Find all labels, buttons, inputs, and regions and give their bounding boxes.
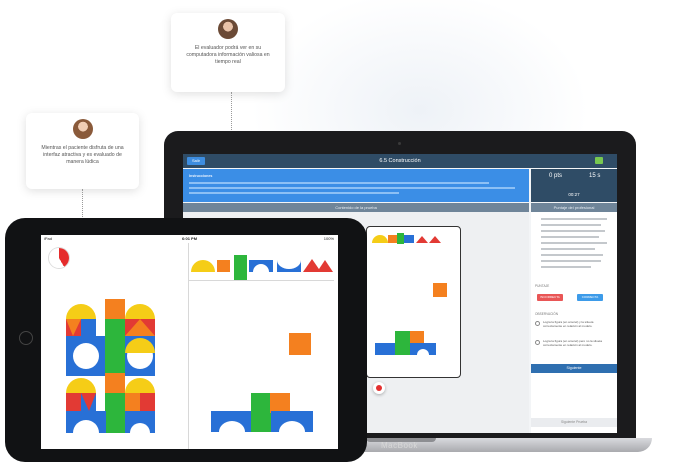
score-band: Puntaje del profesional <box>531 203 617 212</box>
criteria-line <box>541 248 595 250</box>
criteria-line <box>541 260 601 262</box>
criteria-line <box>541 224 601 226</box>
instructions-panel: Instrucciones <box>183 169 529 202</box>
timer-clock: 00:27 <box>568 192 580 197</box>
criteria-line <box>541 230 605 232</box>
observation-radio-2[interactable] <box>535 340 540 345</box>
record-button[interactable] <box>373 382 385 394</box>
criteria-line <box>541 236 599 238</box>
next-test-button[interactable]: Siguiente Prueba <box>531 418 617 427</box>
observation-option-2: Logra la figura (en amorel) pero no la s… <box>543 339 603 347</box>
timer-points: 0 pts <box>549 173 563 179</box>
observation-section-title: OBSERVACIÓN <box>535 312 559 316</box>
marketing-composition: El evaluador podrá ver en su computadora… <box>0 0 683 466</box>
scoring-sidebar: PUNTAJE INCORRECTA CORRECTA OBSERVACIÓN … <box>531 212 617 433</box>
test-title: 6.5 Construcción <box>379 158 421 164</box>
laptop-brand: MacBook <box>381 441 418 450</box>
instructions-line <box>189 182 489 184</box>
timer-panel: 0 pts 15 s 00:27 <box>531 169 617 202</box>
evaluator-avatar <box>218 19 238 39</box>
criteria-line <box>541 242 607 244</box>
evaluator-callout-text: El evaluador podrá ver en su computadora… <box>186 45 270 65</box>
tablet-screen: iPad 6:01 PM 100% <box>41 235 338 449</box>
model-figure <box>66 299 155 446</box>
patient-view-card <box>366 226 461 378</box>
observation-option-1: Logra la figura (en amorel) y la silueta… <box>543 320 594 328</box>
patient-avatar <box>72 119 93 139</box>
instructions-line <box>189 192 399 194</box>
instructions-title: Instrucciones <box>189 174 213 178</box>
patient-callout: Mientras el paciente disfruta de una int… <box>26 113 139 189</box>
evaluator-callout: El evaluador podrá ver en su computadora… <box>171 13 285 92</box>
palette-blocks <box>191 255 333 280</box>
build-area-blocks <box>211 333 313 432</box>
incorrect-button[interactable]: INCORRECTA <box>537 294 563 301</box>
timer-seconds: 15 s <box>589 173 601 179</box>
observation-radio-1[interactable] <box>535 321 540 326</box>
correct-button[interactable]: CORRECTA <box>577 294 603 301</box>
criteria-line <box>541 254 603 256</box>
content-band: Contenido de la prueba <box>183 203 529 212</box>
instructions-line <box>189 187 515 189</box>
tablet-home-button[interactable] <box>19 331 33 345</box>
evaluator-connector <box>231 92 232 134</box>
criteria-line <box>541 266 591 268</box>
patient-callout-text: Mientras el paciente disfruta de una int… <box>41 145 124 165</box>
next-button[interactable]: Siguiente <box>531 364 617 373</box>
battery-icon <box>595 157 603 164</box>
block-scene <box>66 255 333 446</box>
laptop-camera <box>398 142 401 145</box>
score-section-title: PUNTAJE <box>535 284 550 288</box>
patient-view-blocks <box>372 233 447 361</box>
criteria-line <box>541 218 607 220</box>
app-topbar: Salir 6.5 Construcción <box>183 154 617 168</box>
